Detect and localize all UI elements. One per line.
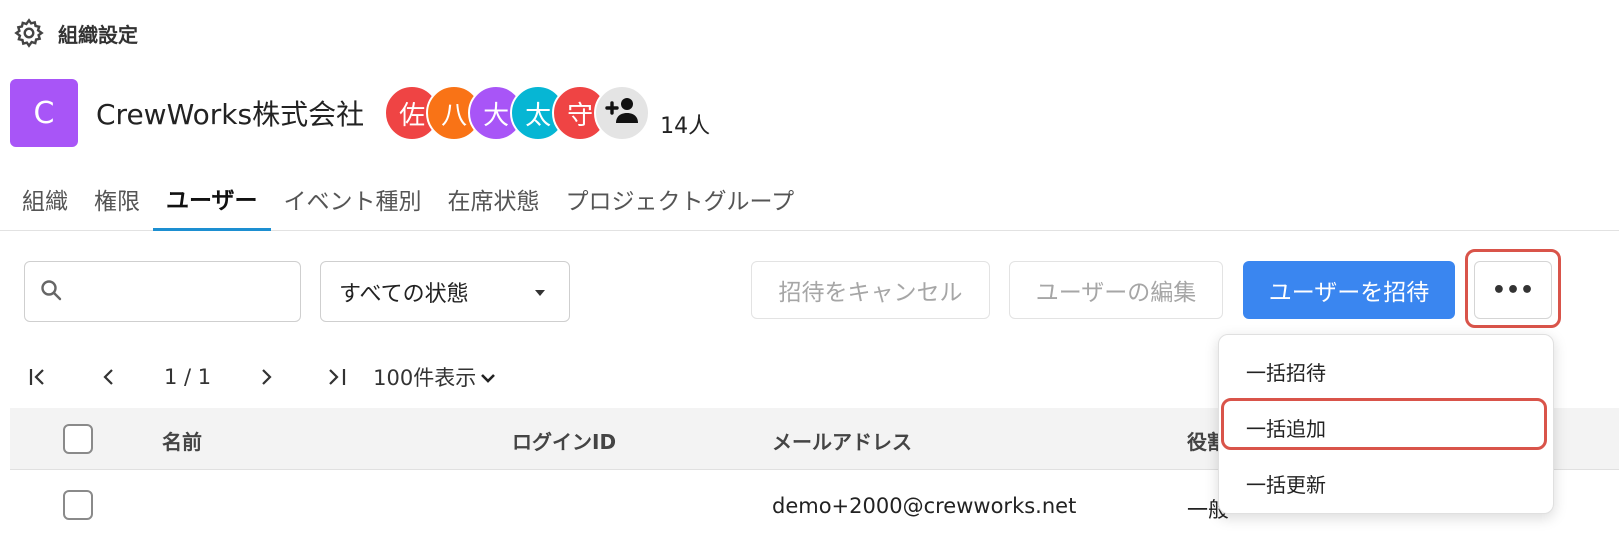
cell-email: demo+2000@crewworks.net: [772, 494, 1077, 518]
cancel-invite-button[interactable]: 招待をキャンセル: [751, 261, 990, 319]
next-page-button[interactable]: [251, 366, 281, 388]
search-box[interactable]: [24, 261, 338, 322]
per-page-value: 100件表示: [373, 366, 477, 390]
menu-item-bulk-update[interactable]: 一括更新: [1246, 469, 1326, 498]
first-page-button[interactable]: [24, 366, 54, 388]
tab-event-types[interactable]: イベント種別: [271, 168, 435, 230]
member-avatars[interactable]: 佐 八 大 太 守: [384, 85, 651, 141]
last-page-button[interactable]: [321, 366, 351, 388]
row-checkbox[interactable]: [63, 490, 93, 520]
page-title: 組織設定: [58, 22, 138, 47]
add-member-button[interactable]: [594, 85, 651, 141]
status-filter-value: すべての状態: [339, 281, 469, 307]
add-person-icon: [604, 95, 640, 132]
more-options-menu: 一括招待 一括追加 一括更新: [1218, 334, 1554, 514]
search-input[interactable]: [73, 280, 338, 303]
per-page-select[interactable]: 100件表示: [373, 362, 496, 392]
edit-user-button[interactable]: ユーザーの編集: [1009, 261, 1223, 319]
caret-down-icon: [533, 279, 547, 304]
org-name: CrewWorks株式会社: [96, 98, 365, 131]
gear-icon: [12, 16, 46, 50]
menu-item-bulk-invite[interactable]: 一括招待: [1246, 357, 1326, 386]
column-header-login-id[interactable]: ログインID: [512, 426, 616, 455]
select-all-checkbox[interactable]: [63, 424, 93, 454]
column-header-name[interactable]: 名前: [162, 426, 202, 455]
page-indicator: 1 / 1: [164, 365, 212, 389]
chevron-down-icon: [480, 365, 496, 389]
tab-presence-status[interactable]: 在席状態: [435, 168, 553, 230]
tab-organization[interactable]: 組織: [0, 168, 81, 230]
column-header-email[interactable]: メールアドレス: [772, 426, 912, 455]
member-count: 14人: [660, 114, 711, 139]
tab-project-groups[interactable]: プロジェクトグループ: [553, 168, 808, 230]
breadcrumb: 組織設定: [12, 16, 138, 50]
pagination: 1 / 1 100件表示: [24, 362, 496, 392]
tab-permissions[interactable]: 権限: [81, 168, 153, 230]
invite-user-button[interactable]: ユーザーを招待: [1243, 261, 1455, 319]
org-avatar: C: [10, 79, 78, 147]
status-filter-select[interactable]: すべての状態: [320, 261, 570, 322]
tab-bar: 組織 権限 ユーザー イベント種別 在席状態 プロジェクトグループ: [0, 168, 1619, 231]
org-header: C CrewWorks株式会社 佐 八 大 太 守 14人: [10, 79, 710, 147]
prev-page-button[interactable]: [94, 366, 124, 388]
menu-item-bulk-add[interactable]: 一括追加: [1246, 413, 1326, 442]
more-options-button[interactable]: •••: [1474, 261, 1552, 319]
search-icon: [39, 278, 63, 306]
tab-users[interactable]: ユーザー: [153, 168, 271, 231]
